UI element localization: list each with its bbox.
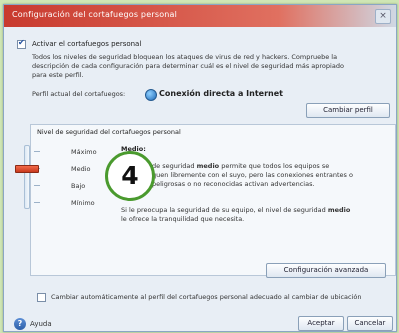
slider-tick <box>34 202 40 203</box>
checkmark-icon: ✔ <box>18 38 25 47</box>
security-group-title: Nivel de seguridad del cortafuegos perso… <box>37 128 181 136</box>
enable-firewall-checkbox[interactable]: ✔ <box>17 38 26 49</box>
enable-firewall-label: Activar el cortafuegos personal <box>32 40 142 48</box>
accept-button[interactable]: Aceptar <box>298 316 344 331</box>
advanced-settings-button[interactable]: Configuración avanzada <box>266 263 386 278</box>
cancel-button[interactable]: Cancelar <box>347 316 393 331</box>
description-line-1: Todos los niveles de seguridad bloquean … <box>32 53 338 61</box>
level-desc-line-1: de seguridad medio permite que todos los… <box>152 162 330 170</box>
window-title: Configuración del cortafuegos personal <box>12 10 178 19</box>
security-slider-track[interactable] <box>24 145 30 209</box>
level-desc-line-2: quen libremente con el suyo, pero las co… <box>152 171 353 179</box>
slider-tick <box>34 151 40 152</box>
slider-tick <box>34 185 40 186</box>
description-line-3: para este perfil. <box>32 71 84 79</box>
globe-icon <box>145 89 157 101</box>
current-profile-label: Perfil actual del cortafuegos: <box>32 90 126 98</box>
close-icon[interactable]: × <box>375 9 391 24</box>
level-desc-line-4: Si le preocupa la seguridad de su equipo… <box>121 206 351 214</box>
change-profile-button[interactable]: Cambiar perfil <box>306 103 390 118</box>
help-button[interactable]: Ayuda <box>30 320 52 329</box>
level-bajo[interactable]: Bajo <box>71 182 85 191</box>
help-icon: ? <box>14 318 26 330</box>
level-desc-line-5: le ofrece la tranquilidad que necesita. <box>121 215 245 223</box>
level-maximo[interactable]: Máximo <box>71 148 97 157</box>
level-minimo[interactable]: Mínimo <box>71 199 95 208</box>
level-medio[interactable]: Medio <box>71 165 91 174</box>
title-bar[interactable]: Configuración del cortafuegos personal × <box>4 5 396 27</box>
step-number-badge: 4 <box>105 151 155 201</box>
description-line-2: descripción de cada configuración para d… <box>32 62 344 70</box>
firewall-settings-dialog: Configuración del cortafuegos personal ×… <box>3 4 397 332</box>
security-slider-thumb[interactable] <box>15 165 39 173</box>
auto-change-profile-checkbox[interactable] <box>37 293 46 302</box>
auto-change-profile-label: Cambiar automáticamente al perfil del co… <box>51 293 362 301</box>
level-desc-line-3: peligrosas o no reconocidas activan adve… <box>152 180 315 188</box>
current-profile-value: Conexión directa a Internet <box>159 89 283 98</box>
